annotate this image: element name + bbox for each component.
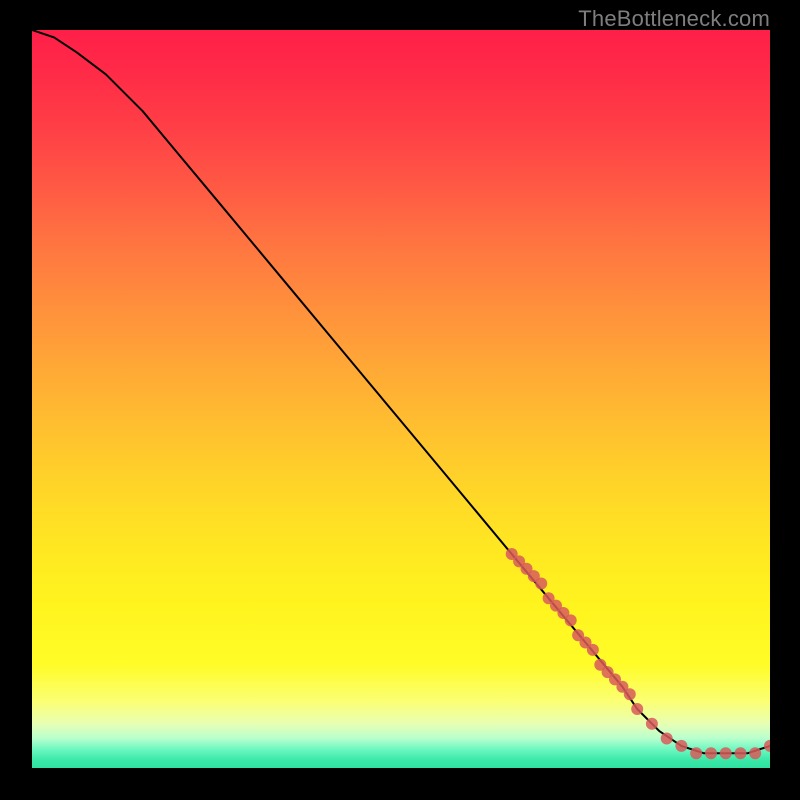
data-point bbox=[587, 644, 599, 656]
data-point bbox=[735, 747, 747, 759]
data-point bbox=[535, 578, 547, 590]
chart-stage: TheBottleneck.com bbox=[0, 0, 800, 800]
data-point bbox=[631, 703, 643, 715]
data-point bbox=[705, 747, 717, 759]
data-point bbox=[646, 718, 658, 730]
bottleneck-curve-line bbox=[32, 30, 770, 753]
data-point bbox=[565, 614, 577, 626]
plot-area bbox=[32, 30, 770, 768]
data-point bbox=[764, 740, 770, 752]
data-point bbox=[675, 740, 687, 752]
chart-svg bbox=[32, 30, 770, 768]
data-point bbox=[720, 747, 732, 759]
data-point bbox=[661, 733, 673, 745]
data-point bbox=[624, 688, 636, 700]
observed-points-group bbox=[506, 548, 770, 759]
data-point bbox=[690, 747, 702, 759]
watermark-text: TheBottleneck.com bbox=[578, 6, 770, 32]
data-point bbox=[749, 747, 761, 759]
